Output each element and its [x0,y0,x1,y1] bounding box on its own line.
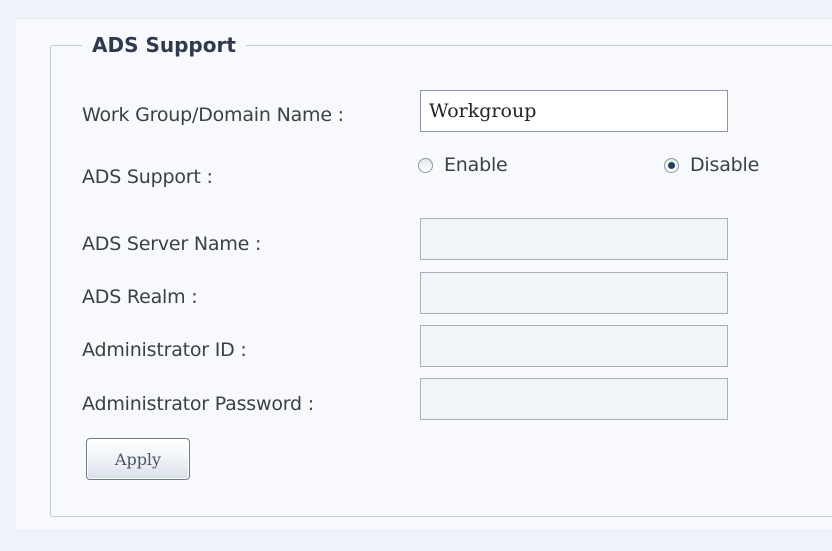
admin-id-label: Administrator ID : [82,339,247,361]
realm-label: ADS Realm : [82,286,198,308]
ads-support-label: ADS Support : [82,166,213,188]
server-name-label: ADS Server Name : [82,233,262,255]
radio-enable[interactable]: Enable [418,150,508,180]
radio-disable-label: Disable [690,154,760,176]
workgroup-input[interactable] [420,90,728,132]
admin-id-input[interactable] [420,325,728,367]
radio-enable-circle-icon[interactable] [418,157,433,173]
section-legend: ADS Support [82,32,246,58]
apply-button[interactable]: Apply [86,438,190,480]
admin-password-input[interactable] [420,378,728,420]
workgroup-label: Work Group/Domain Name : [82,104,344,126]
server-name-input[interactable] [420,218,728,260]
realm-input[interactable] [420,272,728,314]
radio-disable[interactable]: Disable [664,150,759,180]
radio-disable-circle-icon[interactable] [664,157,679,173]
radio-enable-label: Enable [444,154,508,176]
admin-password-label: Administrator Password : [82,393,314,415]
